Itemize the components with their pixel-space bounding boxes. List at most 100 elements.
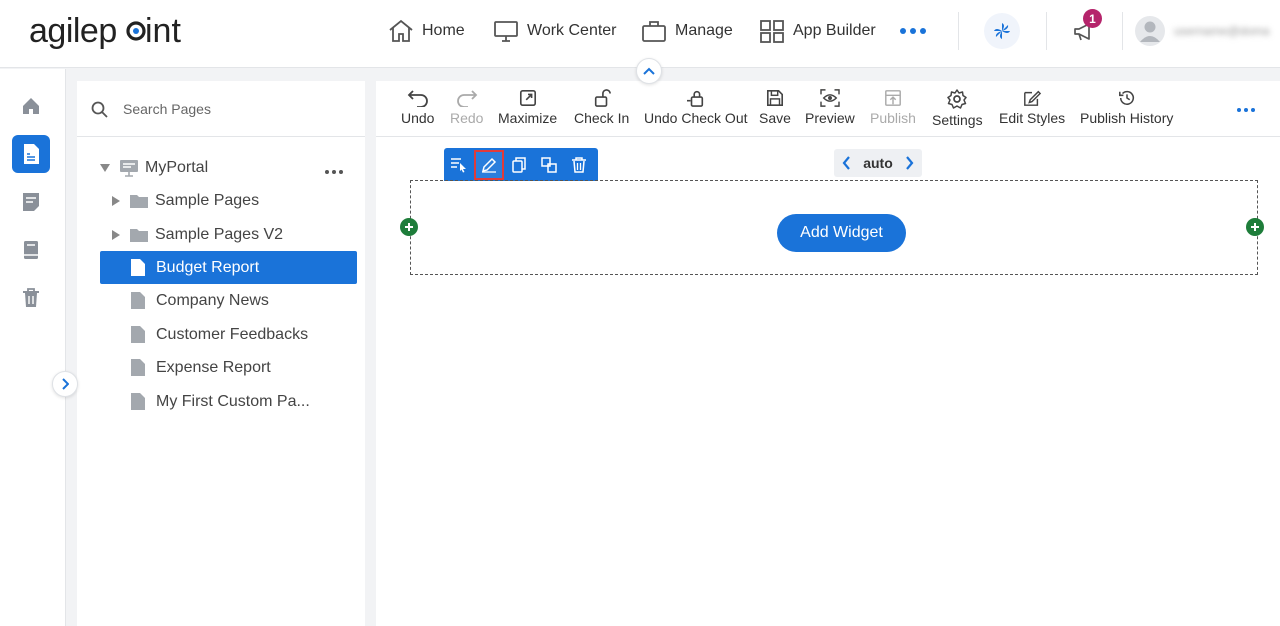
nav-manage[interactable]: Manage (641, 17, 733, 45)
width-selector: auto (834, 149, 922, 177)
page-icon (131, 326, 145, 343)
page-label: Customer Feedbacks (156, 325, 309, 343)
edit-styles-icon (1024, 90, 1042, 106)
save-button[interactable]: Save (759, 89, 791, 131)
move-widget-button[interactable] (534, 150, 564, 180)
collapse-header-button[interactable] (636, 58, 662, 84)
pencil-icon (481, 157, 497, 173)
user-name[interactable]: username@domain (1174, 24, 1270, 38)
publish-button[interactable]: Publish (870, 89, 916, 131)
check-in-button[interactable]: Check In (574, 89, 629, 131)
unlock-icon (594, 89, 611, 107)
undo-button[interactable]: Undo (401, 89, 434, 131)
nav-work-center-label: Work Center (527, 22, 617, 39)
tree-page-my-first-custom-page[interactable]: My First Custom Pa... (130, 385, 310, 418)
folder-icon (130, 194, 148, 208)
tree-page-company-news[interactable]: Company News (130, 284, 269, 317)
add-widget-button[interactable]: Add Widget (777, 214, 906, 252)
chevron-right-icon (62, 378, 69, 390)
preview-button[interactable]: Preview (805, 89, 855, 131)
nav-more-button[interactable] (900, 28, 926, 34)
undo-check-out-button[interactable]: Undo Check Out (644, 89, 748, 131)
save-label: Save (759, 110, 791, 126)
folder-label: Sample Pages (155, 191, 260, 209)
add-column-left-button[interactable] (400, 218, 418, 236)
trash-icon (23, 288, 39, 307)
rail-home[interactable] (12, 87, 50, 125)
notification-badge: 1 (1083, 9, 1102, 28)
tree-folder-sample-pages[interactable]: Sample Pages (111, 184, 259, 217)
width-prev-button[interactable] (842, 156, 851, 170)
agilepoint-logo[interactable]: agilep int (29, 10, 184, 50)
select-widget-button[interactable] (444, 150, 474, 180)
redo-label: Redo (450, 110, 484, 126)
divider (1122, 12, 1123, 50)
toolbar-more-button[interactable] (1237, 108, 1255, 112)
designer-toolbar: Undo Redo Maximize Check In Undo Check O… (376, 81, 1280, 137)
tree-page-expense-report[interactable]: Expense Report (130, 351, 271, 384)
rail-forms[interactable] (12, 183, 50, 221)
left-rail (0, 69, 66, 626)
dot-icon (1251, 108, 1255, 112)
nav-home[interactable]: Home (388, 17, 465, 45)
home-icon (389, 19, 413, 42)
tree-page-budget-report[interactable]: Budget Report (100, 251, 357, 284)
page-label: My First Custom Pa... (156, 392, 310, 410)
plus-icon (1251, 223, 1259, 231)
move-icon (541, 156, 557, 173)
nav-work-center[interactable]: Work Center (493, 17, 617, 45)
nav-app-builder[interactable]: App Builder (759, 17, 876, 45)
divider (958, 12, 959, 50)
chevron-up-icon (643, 67, 655, 75)
preview-label: Preview (805, 110, 855, 126)
search-pages-input[interactable] (123, 98, 343, 120)
rail-pages[interactable] (12, 135, 50, 173)
settings-label: Settings (932, 112, 983, 128)
page-designer-canvas: Undo Redo Maximize Check In Undo Check O… (376, 81, 1280, 626)
home-icon (23, 98, 39, 114)
rail-trash[interactable] (12, 279, 50, 317)
chevron-left-icon (842, 156, 850, 170)
add-column-right-button[interactable] (1246, 218, 1264, 236)
undo-check-out-label: Undo Check Out (644, 110, 748, 126)
tree-folder-sample-pages-v2[interactable]: Sample Pages V2 (111, 218, 283, 251)
edit-styles-button[interactable]: Edit Styles (999, 89, 1065, 131)
publish-history-button[interactable]: Publish History (1080, 89, 1173, 131)
ai-assistant-button[interactable] (984, 13, 1020, 49)
publish-history-label: Publish History (1080, 110, 1174, 126)
page-icon (24, 144, 39, 164)
settings-button[interactable]: Settings (932, 89, 983, 131)
width-mode-value: auto (863, 155, 893, 171)
caret-right-icon (112, 195, 120, 206)
avatar[interactable] (1135, 16, 1165, 46)
delete-widget-button[interactable] (564, 150, 594, 180)
trash-icon (572, 156, 586, 173)
save-icon (766, 89, 783, 107)
preview-eye-icon (820, 89, 840, 107)
maximize-button[interactable]: Maximize (498, 89, 557, 131)
nav-manage-label: Manage (675, 22, 733, 39)
nav-home-label: Home (422, 22, 465, 39)
tree-page-customer-feedbacks[interactable]: Customer Feedbacks (130, 318, 308, 351)
svg-text:agilep: agilep (29, 12, 117, 50)
root-more-menu-button[interactable] (325, 170, 343, 174)
tree-root-myportal[interactable]: MyPortal (99, 151, 208, 184)
dot-icon (910, 28, 916, 34)
page-label: Company News (156, 291, 269, 309)
dot-icon (325, 170, 329, 174)
rail-library[interactable] (12, 231, 50, 269)
edit-widget-button[interactable] (474, 149, 504, 180)
nav-app-builder-label: App Builder (793, 22, 876, 39)
folder-label: Sample Pages V2 (155, 225, 284, 243)
copy-icon (512, 156, 526, 173)
redo-button[interactable]: Redo (450, 89, 483, 131)
dot-icon (920, 28, 926, 34)
pages-panel: MyPortal Sample Pages Sample Pages V2 Bu… (77, 81, 365, 626)
divider (1046, 12, 1047, 50)
search-bar (77, 81, 365, 137)
expand-rail-button[interactable] (52, 371, 78, 397)
caret-right-icon (112, 229, 120, 240)
dot-icon (339, 170, 343, 174)
width-next-button[interactable] (905, 156, 914, 170)
copy-widget-button[interactable] (504, 150, 534, 180)
